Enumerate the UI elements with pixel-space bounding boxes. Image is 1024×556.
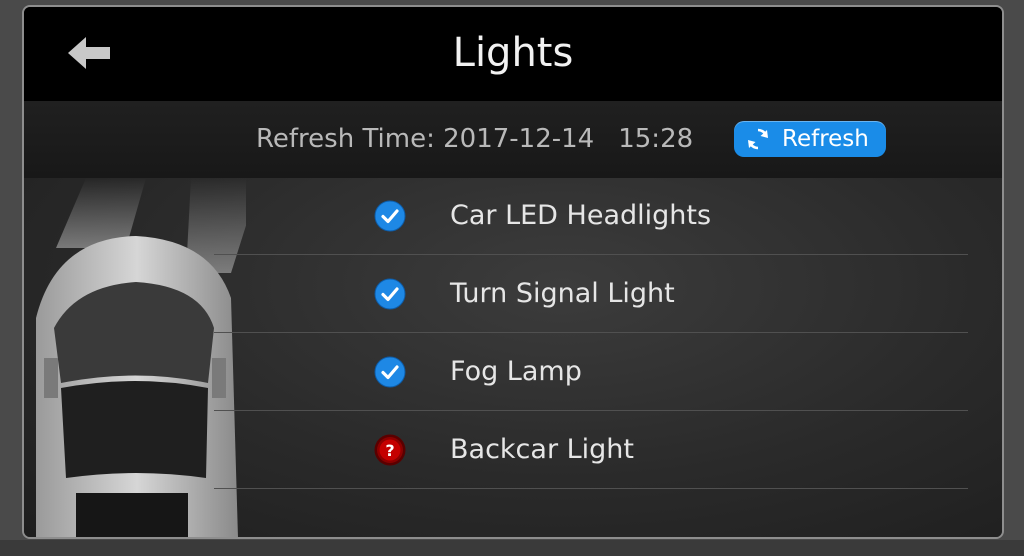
check-circle-icon: [374, 278, 406, 310]
refresh-time-label: Refresh Time:: [256, 124, 435, 154]
divider: [214, 254, 968, 255]
svg-text:?: ?: [385, 441, 394, 460]
light-label: Fog Lamp: [450, 356, 582, 387]
light-label: Car LED Headlights: [450, 200, 712, 231]
list-item: ? Backcar Light: [24, 412, 968, 489]
bottom-strip: [0, 540, 1024, 556]
light-label: Backcar Light: [450, 434, 635, 465]
list-item: Fog Lamp: [24, 334, 968, 411]
list-item: Turn Signal Light: [24, 256, 968, 333]
refresh-bar: Refresh Time: 2017-12-14 15:28 Refresh: [24, 101, 1002, 178]
header-bar: Lights: [24, 7, 1002, 101]
app-window: Lights Refresh Time: 2017-12-14 15:28 Ref…: [22, 5, 1004, 539]
refresh-button[interactable]: Refresh: [734, 121, 886, 157]
question-circle-icon: ?: [374, 434, 406, 466]
refresh-button-label: Refresh: [782, 126, 869, 152]
check-circle-icon: [374, 356, 406, 388]
divider: [214, 488, 968, 489]
page-title: Lights: [452, 30, 574, 76]
refresh-time: 15:28: [618, 124, 694, 154]
refresh-icon: [748, 128, 768, 150]
divider: [214, 410, 968, 411]
check-circle-icon: [374, 200, 406, 232]
light-label: Turn Signal Light: [450, 278, 675, 309]
list-item: Car LED Headlights: [24, 178, 968, 255]
refresh-time-text: Refresh Time: 2017-12-14 15:28: [256, 121, 693, 157]
refresh-date: 2017-12-14: [443, 124, 595, 154]
divider: [214, 332, 968, 333]
lights-panel: Car LED Headlights Turn Signal Light Fog…: [24, 178, 1002, 537]
